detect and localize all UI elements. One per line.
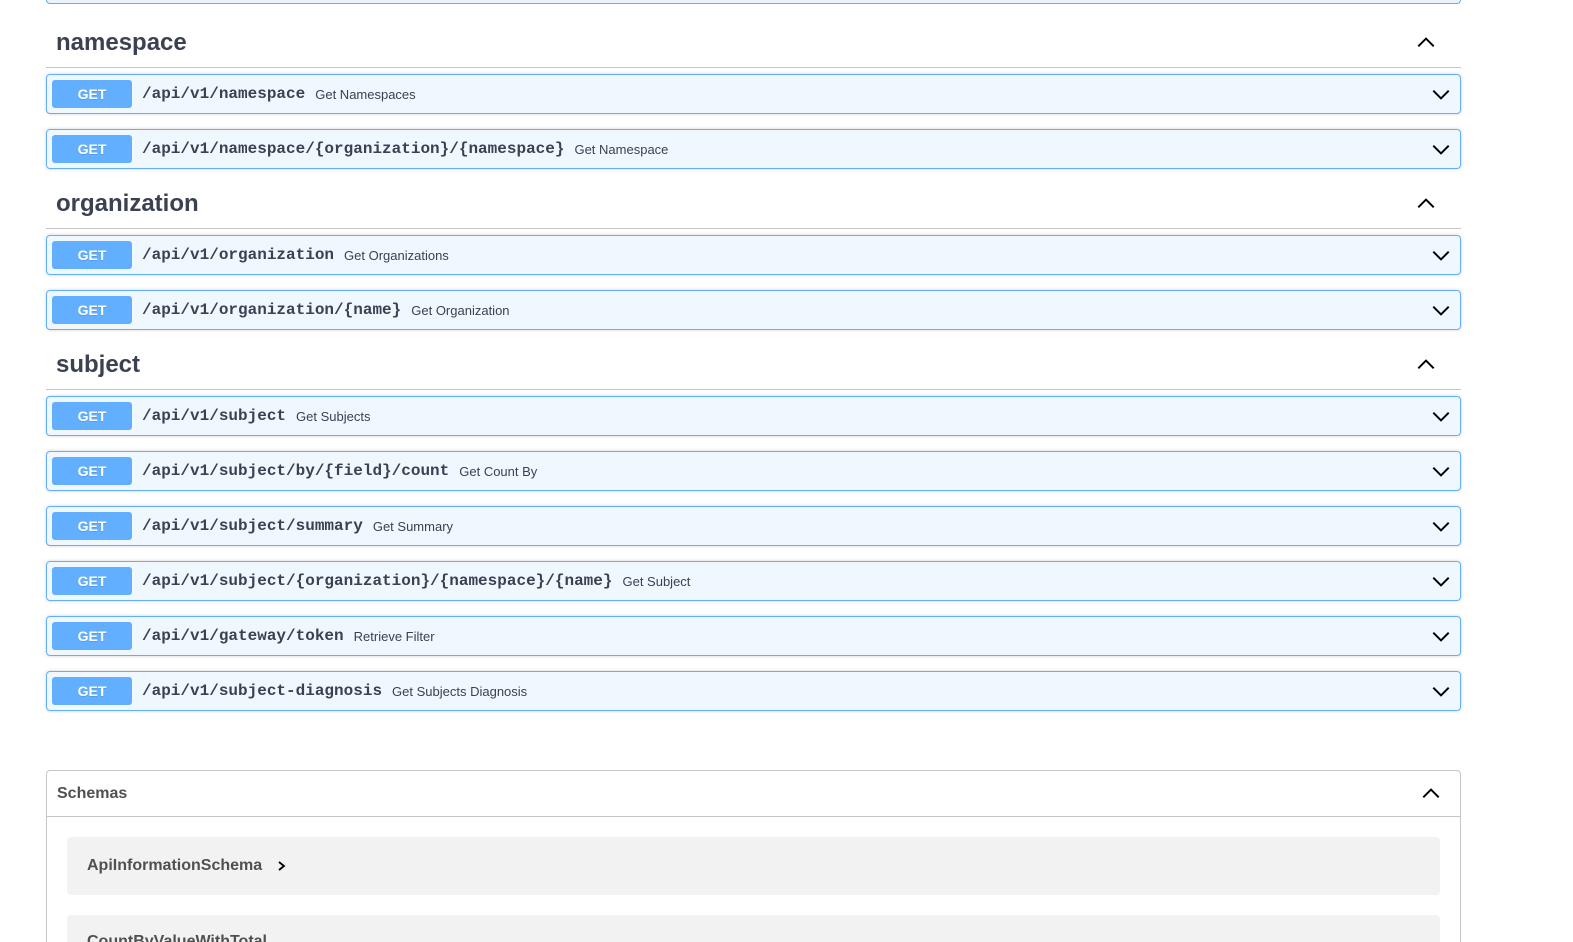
operation-path: /api/v1/namespace [142, 85, 306, 103]
operation-path: /api/v1/gateway/token [142, 627, 344, 645]
chevron-down-icon[interactable] [1430, 570, 1452, 592]
model-api-information-schema[interactable]: ApiInformationSchema [67, 837, 1440, 895]
method-badge: GET [52, 622, 132, 650]
operation-get-organizations[interactable]: GET /api/v1/organization Get Organizatio… [46, 235, 1461, 275]
tag-title: subject [56, 350, 141, 378]
chevron-down-icon[interactable] [1430, 405, 1452, 427]
previous-operation-edge [46, 0, 1461, 4]
operation-summary: Get Namespaces [315, 86, 416, 102]
operation-get-namespace[interactable]: GET /api/v1/namespace/{organization}/{na… [46, 129, 1461, 169]
chevron-up-icon[interactable] [1415, 32, 1437, 54]
tag-header-subject[interactable]: subject [46, 340, 1461, 390]
chevron-up-icon[interactable] [1415, 354, 1437, 376]
operation-get-subject[interactable]: GET /api/v1/subject/{organization}/{name… [46, 561, 1461, 601]
operation-summary: Get Count By [459, 463, 538, 479]
method-badge: GET [52, 135, 132, 163]
operation-summary: Get Subjects Diagnosis [392, 683, 528, 699]
method-badge: GET [52, 241, 132, 269]
chevron-right-icon[interactable] [276, 859, 288, 873]
operation-path: /api/v1/organization [142, 246, 335, 264]
tag-header-namespace[interactable]: namespace [46, 18, 1461, 68]
operation-path: /api/v1/organization/{name} [142, 301, 402, 319]
operation-summary: Retrieve Filter [353, 628, 435, 644]
operation-get-subjects-diagnosis[interactable]: GET /api/v1/subject-diagnosis Get Subjec… [46, 671, 1461, 711]
operation-path: /api/v1/subject/{organization}/{namespac… [142, 572, 613, 590]
operation-path: /api/v1/subject-diagnosis [142, 682, 383, 700]
chevron-down-icon[interactable] [1430, 299, 1452, 321]
model-name: CountByValueWithTotal [87, 933, 267, 942]
chevron-down-icon[interactable] [1430, 680, 1452, 702]
tag-title: organization [56, 189, 199, 217]
chevron-down-icon[interactable] [1430, 460, 1452, 482]
chevron-up-icon[interactable] [1420, 783, 1442, 805]
operation-summary: Get Summary [372, 518, 454, 534]
operation-get-summary[interactable]: GET /api/v1/subject/summary Get Summary [46, 506, 1461, 546]
method-badge: GET [52, 296, 132, 324]
chevron-down-icon[interactable] [1430, 138, 1452, 160]
operation-get-subjects[interactable]: GET /api/v1/subject Get Subjects [46, 396, 1461, 436]
operation-summary: Get Namespace [574, 141, 669, 157]
tag-section-organization: organization GET /api/v1/organization Ge… [46, 179, 1461, 330]
chevron-down-icon[interactable] [1430, 83, 1452, 105]
method-badge: GET [52, 80, 132, 108]
operation-summary: Get Organizations [344, 247, 449, 263]
method-badge: GET [52, 567, 132, 595]
tag-section-namespace: namespace GET /api/v1/namespace Get Name… [46, 18, 1461, 169]
operation-summary: Get Organization [411, 302, 510, 318]
tag-title: namespace [56, 28, 187, 56]
chevron-up-icon[interactable] [1415, 193, 1437, 215]
method-badge: GET [52, 402, 132, 430]
operation-path: /api/v1/namespace/{organization}/{namesp… [142, 140, 565, 158]
method-badge: GET [52, 457, 132, 485]
operation-get-count-by[interactable]: GET /api/v1/subject/by/{field}/count Get… [46, 451, 1461, 491]
operation-path: /api/v1/subject/summary [142, 517, 363, 535]
operation-summary: Get Subject [622, 573, 691, 589]
chevron-down-icon[interactable] [1430, 244, 1452, 266]
model-name: ApiInformationSchema [87, 857, 263, 874]
schemas-section: Schemas ApiInformationSchema CountByValu… [46, 770, 1461, 942]
operation-get-namespaces[interactable]: GET /api/v1/namespace Get Namespaces [46, 74, 1461, 114]
operation-path: /api/v1/subject [142, 407, 287, 425]
operations-container: namespace GET /api/v1/namespace Get Name… [46, 18, 1461, 711]
operation-retrieve-filter[interactable]: GET /api/v1/gateway/token Retrieve Filte… [46, 616, 1461, 656]
operation-get-organization[interactable]: GET /api/v1/organization/{name} Get Orga… [46, 290, 1461, 330]
tag-header-organization[interactable]: organization [46, 179, 1461, 229]
operation-path: /api/v1/subject/by/{field}/count [142, 462, 450, 480]
chevron-down-icon[interactable] [1430, 515, 1452, 537]
method-badge: GET [52, 677, 132, 705]
operation-summary: Get Subjects [296, 408, 371, 424]
schemas-header[interactable]: Schemas [47, 771, 1460, 817]
chevron-down-icon[interactable] [1430, 625, 1452, 647]
tag-section-subject: subject GET /api/v1/subject Get Subjects… [46, 340, 1461, 711]
method-badge: GET [52, 512, 132, 540]
schemas-title: Schemas [57, 784, 128, 802]
model-count-by-value-with-total[interactable]: CountByValueWithTotal [67, 915, 1440, 942]
